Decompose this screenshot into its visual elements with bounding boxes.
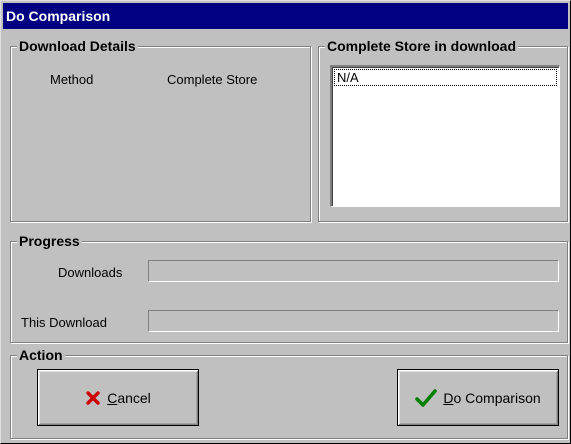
complete-store-listbox[interactable]: N/A <box>330 65 560 207</box>
do-comparison-button[interactable]: Do Comparison <box>397 369 559 426</box>
complete-store-legend: Complete Store in download <box>325 38 519 54</box>
this-download-progress-bar <box>148 310 559 332</box>
green-checkmark-icon <box>415 388 438 407</box>
download-details-legend: Download Details <box>17 38 138 54</box>
do-comparison-label-rest: o Comparison <box>453 389 541 406</box>
list-item[interactable]: N/A <box>334 69 557 86</box>
downloads-progress-bar <box>148 260 559 282</box>
do-comparison-mnemonic: D <box>443 389 454 406</box>
this-download-label: This Download <box>21 315 107 330</box>
progress-legend: Progress <box>17 233 82 249</box>
cancel-button[interactable]: Cancel <box>37 369 199 426</box>
downloads-label: Downloads <box>58 265 123 280</box>
method-label: Method <box>50 72 94 87</box>
do-comparison-button-label: Do Comparison <box>443 390 540 406</box>
method-value: Complete Store <box>167 72 258 87</box>
cancel-label-rest: ancel <box>117 389 151 406</box>
cancel-button-label: Cancel <box>107 390 151 406</box>
dialog-title: Do Comparison <box>3 3 568 29</box>
do-comparison-dialog: Do Comparison Download Details Method Co… <box>0 0 571 444</box>
red-x-icon <box>86 390 100 405</box>
action-legend: Action <box>17 347 65 363</box>
cancel-mnemonic: C <box>107 389 118 406</box>
